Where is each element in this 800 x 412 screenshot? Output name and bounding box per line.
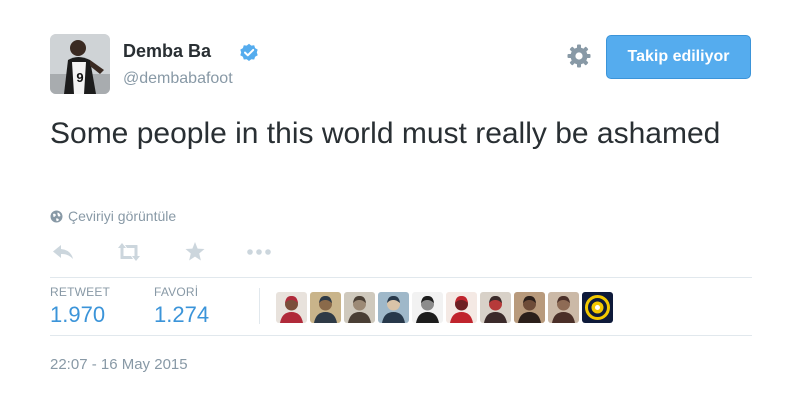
svg-text:9: 9 [76,70,83,85]
favoriter-avatar-8[interactable] [514,292,545,323]
following-button[interactable]: Takip ediliyor [606,35,751,79]
favorite-count[interactable]: 1.274 [154,302,209,328]
retweet-count[interactable]: 1.970 [50,302,105,328]
favoriter-avatar-4[interactable] [378,292,409,323]
stats-bottom-divider [50,335,752,336]
translate-label: Çeviriyi görüntüle [68,208,177,224]
translate-link[interactable]: Çeviriyi görüntüle [50,208,176,224]
gear-icon[interactable] [566,43,592,69]
avatar[interactable]: 9 [50,34,110,94]
stats-separator [259,288,260,324]
favorite-star-icon[interactable] [183,238,207,266]
favoriter-avatar-7[interactable] [480,292,511,323]
tweet-timestamp[interactable]: 22:07 - 16 May 2015 [50,356,188,373]
reply-icon[interactable] [50,238,76,266]
user-name[interactable]: Demba Ba [123,41,211,62]
favoriter-avatar-3[interactable] [344,292,375,323]
user-handle[interactable]: @dembabafoot [123,70,233,88]
favoriter-avatar-9[interactable] [548,292,579,323]
favorite-count-label[interactable]: FAVORİ [154,285,198,299]
avatar-photo: 9 [50,34,110,94]
favoriter-avatar-10[interactable] [582,292,613,323]
verified-badge-icon [240,43,258,61]
retweet-count-label[interactable]: RETWEET [50,285,110,299]
more-options-icon[interactable] [245,238,273,266]
globe-icon [50,210,63,223]
favoriter-avatar-6[interactable] [446,292,477,323]
favoriter-avatar-5[interactable] [412,292,443,323]
favoriter-avatar-2[interactable] [310,292,341,323]
tweet-text: Some people in this world must really be… [50,117,721,150]
favoriter-avatar-1[interactable] [276,292,307,323]
stats-top-divider [50,277,752,278]
retweet-icon[interactable] [114,238,144,266]
